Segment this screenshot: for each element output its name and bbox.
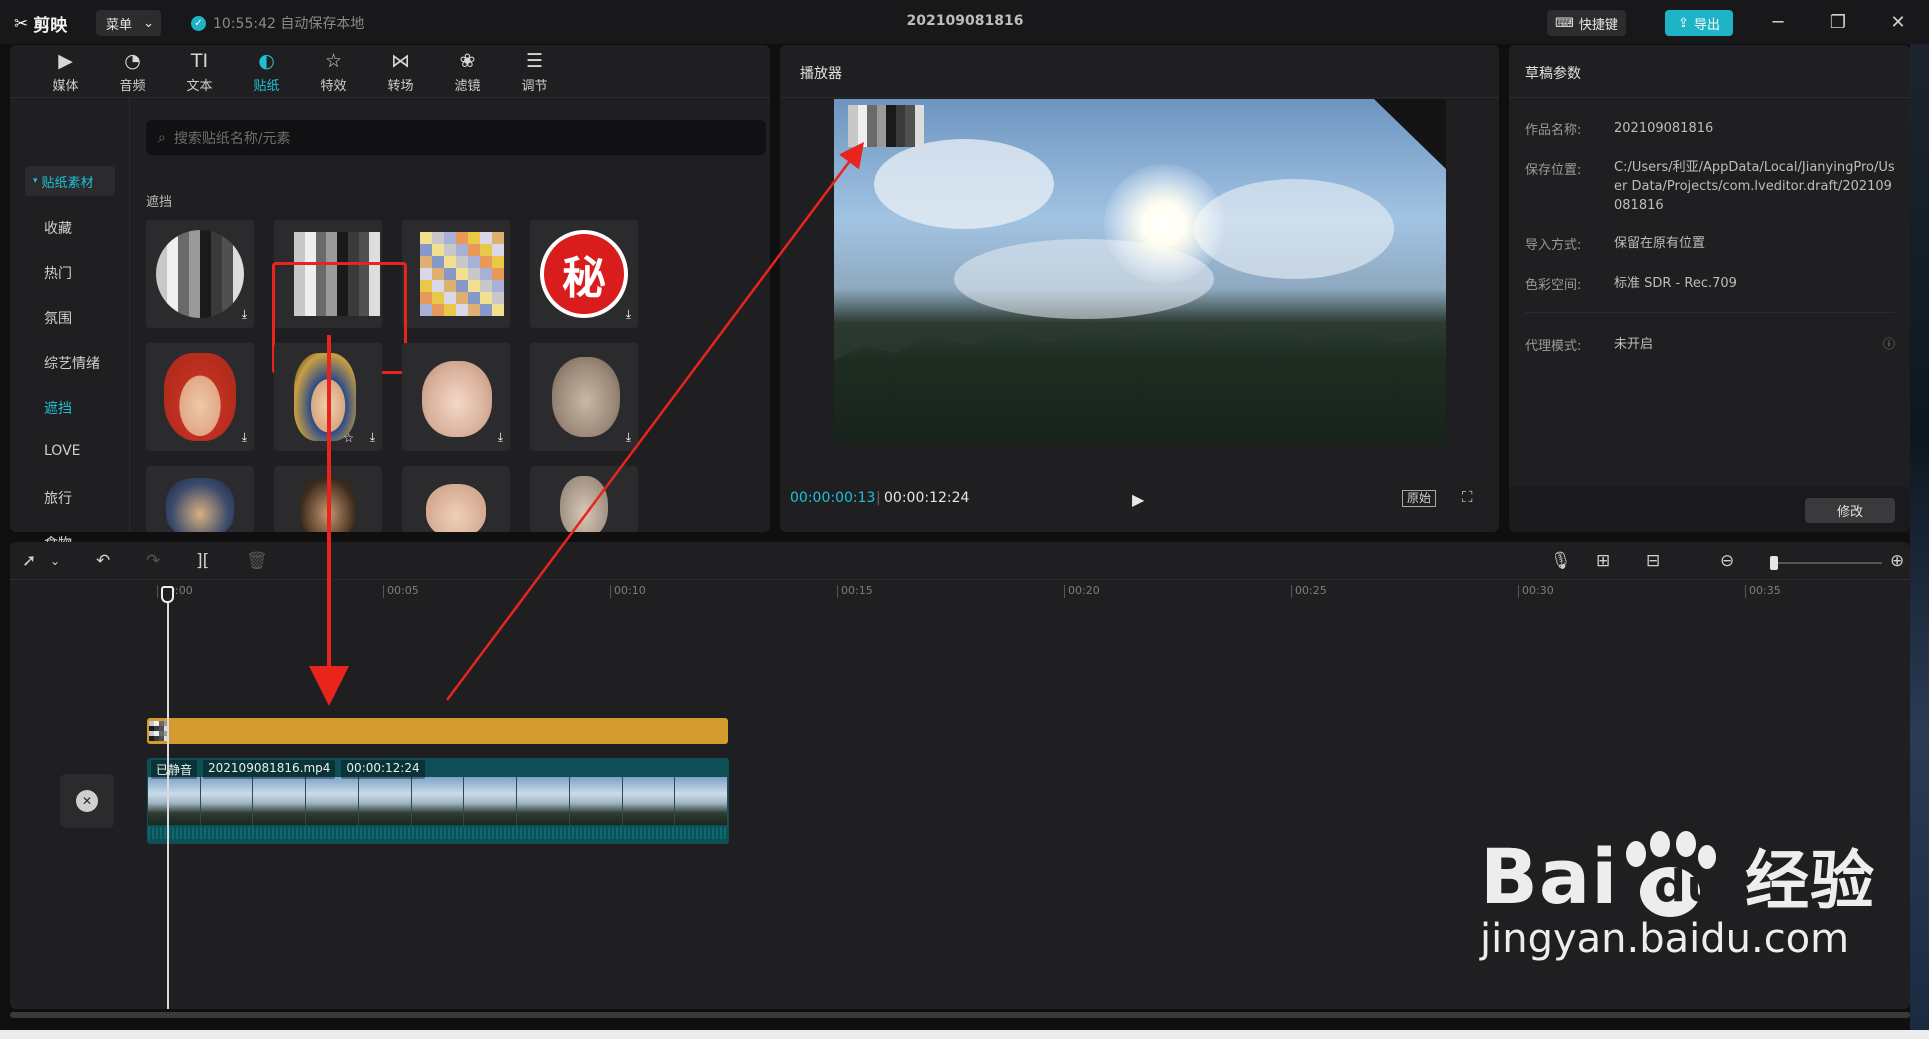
watermark-cn: 经验 — [1745, 845, 1876, 919]
arrow-to-preview — [445, 141, 864, 701]
watermark-bai: Bai — [1480, 831, 1619, 921]
watermark-brand: Bai du 经验 — [1480, 830, 1875, 922]
watermark-url: jingyan.baidu.com — [1480, 916, 1850, 962]
watermark-du: du — [1654, 860, 1720, 912]
baidu-watermark: Bai du 经验 jingyan.baidu.com — [1480, 830, 1875, 962]
